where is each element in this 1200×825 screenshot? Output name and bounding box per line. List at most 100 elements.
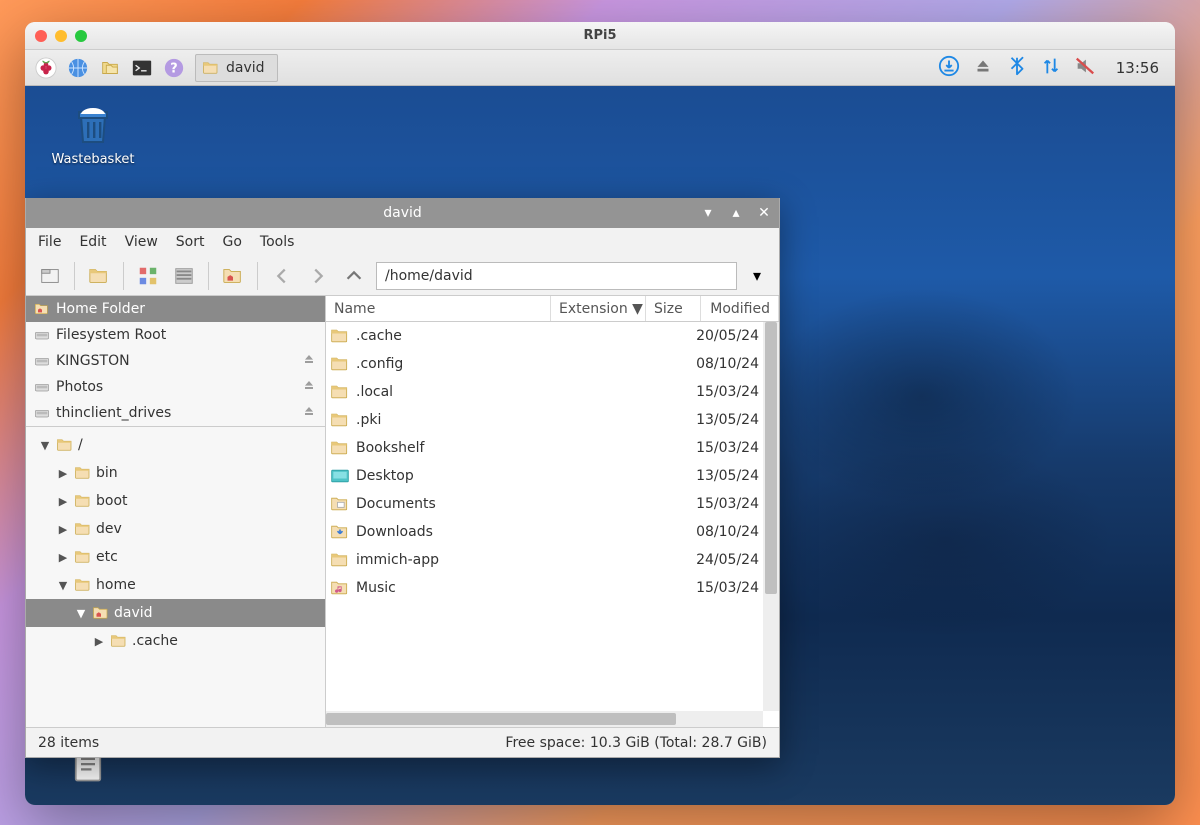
- fm-statusbar: 28 items Free space: 10.3 GiB (Total: 28…: [26, 727, 779, 757]
- file-row[interactable]: Bookshelf15/03/24: [326, 434, 763, 462]
- eject-icon[interactable]: [301, 351, 317, 371]
- tree-label: dev: [96, 521, 122, 537]
- fm-titlebar[interactable]: david ▾ ▴ ✕: [26, 198, 779, 228]
- status-free-space: Free space: 10.3 GiB (Total: 28.7 GiB): [505, 735, 767, 751]
- terminal-icon[interactable]: [127, 53, 157, 83]
- home-icon: [34, 301, 50, 317]
- file-row[interactable]: immich-app24/05/24: [326, 546, 763, 574]
- twisty-icon[interactable]: ▼: [74, 607, 88, 620]
- folder-icon: [330, 550, 350, 570]
- file-name: .cache: [356, 328, 685, 344]
- file-modified: 15/03/24: [685, 384, 763, 400]
- menu-go[interactable]: Go: [223, 234, 242, 250]
- twisty-icon[interactable]: ▶: [56, 551, 70, 564]
- tree-label: /: [78, 437, 83, 453]
- fm-title: david: [26, 205, 779, 221]
- downloads-icon: [330, 522, 350, 542]
- place-thinclient-drives[interactable]: thinclient_drives: [26, 400, 325, 426]
- file-row[interactable]: .cache20/05/24: [326, 322, 763, 350]
- place-photos[interactable]: Photos: [26, 374, 325, 400]
- twisty-icon[interactable]: ▶: [56, 467, 70, 480]
- desktop[interactable]: david 13:56 Wastebasket david: [25, 50, 1175, 805]
- folder-icon: [74, 576, 92, 594]
- file-row[interactable]: Music15/03/24: [326, 574, 763, 602]
- tree-node-boot[interactable]: ▶ boot: [26, 487, 325, 515]
- path-input[interactable]: /home/david: [376, 262, 737, 290]
- column-extension[interactable]: Extension ▼: [551, 296, 646, 321]
- place-filesystem-root[interactable]: Filesystem Root: [26, 322, 325, 348]
- place-home-folder[interactable]: Home Folder: [26, 296, 325, 322]
- file-name: Desktop: [356, 468, 685, 484]
- twisty-icon[interactable]: ▶: [56, 523, 70, 536]
- status-item-count: 28 items: [38, 735, 99, 751]
- file-row[interactable]: .local15/03/24: [326, 378, 763, 406]
- new-tab-button[interactable]: [36, 262, 64, 290]
- maximize-icon[interactable]: ▴: [727, 204, 745, 222]
- new-folder-button[interactable]: [85, 262, 113, 290]
- bluetooth-icon[interactable]: [1006, 55, 1028, 81]
- tree-node-dev[interactable]: ▶ dev: [26, 515, 325, 543]
- horizontal-scrollbar[interactable]: [326, 711, 763, 727]
- updates-icon[interactable]: [938, 55, 960, 81]
- menu-raspberry-icon[interactable]: [31, 53, 61, 83]
- tree-node-bin[interactable]: ▶bin: [26, 459, 325, 487]
- folder-icon: [92, 604, 110, 622]
- directory-tree: ▼/▶bin▶boot▶dev▶etc▼home▼david▶.cache: [26, 427, 325, 727]
- folder-icon: [330, 354, 350, 374]
- vertical-scrollbar[interactable]: [763, 322, 779, 711]
- place-kingston[interactable]: KINGSTON: [26, 348, 325, 374]
- tree-node--[interactable]: ▼/: [26, 431, 325, 459]
- path-dropdown-button[interactable]: ▾: [745, 262, 769, 290]
- volume-muted-icon[interactable]: [1074, 55, 1096, 81]
- column-name[interactable]: Name: [326, 296, 551, 321]
- minimize-icon[interactable]: ▾: [699, 204, 717, 222]
- file-manager-icon[interactable]: [95, 53, 125, 83]
- icon-view-button[interactable]: [134, 262, 162, 290]
- desktop-icon-wastebasket[interactable]: Wastebasket: [43, 100, 143, 167]
- eject-icon[interactable]: [972, 55, 994, 81]
- list-view-button[interactable]: [170, 262, 198, 290]
- host-titlebar[interactable]: RPi5: [25, 22, 1175, 50]
- twisty-icon[interactable]: ▶: [56, 495, 70, 508]
- taskbar-task-david[interactable]: david: [195, 54, 278, 82]
- tree-label: home: [96, 577, 136, 593]
- tree-node-etc[interactable]: ▶etc: [26, 543, 325, 571]
- help-icon[interactable]: [159, 53, 189, 83]
- network-icon[interactable]: [1040, 55, 1062, 81]
- web-browser-icon[interactable]: [63, 53, 93, 83]
- column-modified[interactable]: Modified: [701, 296, 779, 321]
- file-modified: 24/05/24: [685, 552, 763, 568]
- menu-tools[interactable]: Tools: [260, 234, 295, 250]
- tree-node-david[interactable]: ▼david: [26, 599, 325, 627]
- file-row[interactable]: Downloads08/10/24: [326, 518, 763, 546]
- place-label: thinclient_drives: [56, 405, 171, 421]
- eject-icon[interactable]: [301, 403, 317, 423]
- tree-label: boot: [96, 493, 128, 509]
- forward-button[interactable]: [304, 262, 332, 290]
- tree-node--cache[interactable]: ▶.cache: [26, 627, 325, 655]
- file-row[interactable]: Documents15/03/24: [326, 490, 763, 518]
- file-row[interactable]: .pki13/05/24: [326, 406, 763, 434]
- menu-edit[interactable]: Edit: [79, 234, 106, 250]
- twisty-icon[interactable]: ▶: [92, 635, 106, 648]
- tree-node-home[interactable]: ▼ home: [26, 571, 325, 599]
- file-modified: 13/05/24: [685, 468, 763, 484]
- back-button[interactable]: [268, 262, 296, 290]
- file-row[interactable]: Desktop13/05/24: [326, 462, 763, 490]
- home-button[interactable]: [219, 262, 247, 290]
- file-row[interactable]: .config08/10/24: [326, 350, 763, 378]
- drive-icon: [34, 353, 50, 369]
- column-size[interactable]: Size: [646, 296, 701, 321]
- twisty-icon[interactable]: ▼: [38, 439, 52, 452]
- menu-sort[interactable]: Sort: [176, 234, 205, 250]
- twisty-icon[interactable]: ▼: [56, 579, 70, 592]
- clock[interactable]: 13:56: [1116, 59, 1159, 77]
- menu-file[interactable]: File: [38, 234, 61, 250]
- file-modified: 08/10/24: [685, 524, 763, 540]
- close-icon[interactable]: ✕: [755, 204, 773, 222]
- drive-icon: [34, 327, 50, 343]
- menu-view[interactable]: View: [125, 234, 158, 250]
- eject-icon[interactable]: [301, 377, 317, 397]
- up-button[interactable]: [340, 262, 368, 290]
- folder-icon: [330, 438, 350, 458]
